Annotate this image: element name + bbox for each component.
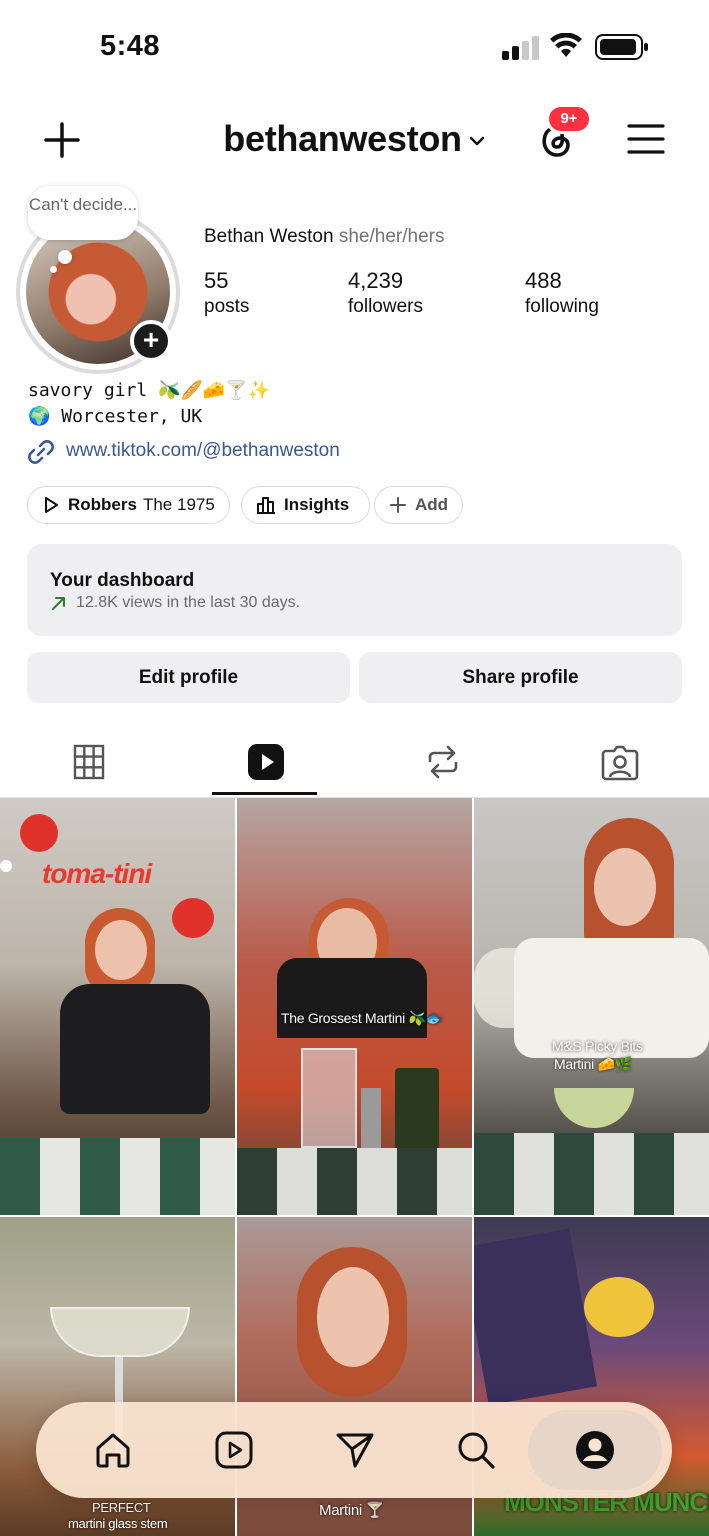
tab-grid[interactable] xyxy=(0,726,177,798)
pronouns-text: she/her/hers xyxy=(338,226,445,247)
dashboard-subtitle: 12.8K views in the last 30 days. xyxy=(50,594,300,612)
battery-icon xyxy=(595,34,648,60)
stat-posts-value: 55 xyxy=(204,268,229,293)
person-face xyxy=(317,1267,389,1367)
tomato-sticker-icon xyxy=(20,814,58,852)
profile-tabs xyxy=(0,726,709,798)
post-caption: The Grossest Martini 🫒🐟 xyxy=(281,1010,443,1026)
checkered-board xyxy=(237,1148,472,1215)
note-bubble-tail xyxy=(58,250,72,264)
active-tab-indicator xyxy=(212,792,317,795)
add-chip[interactable]: Add xyxy=(374,486,464,524)
bar-chart-icon xyxy=(257,497,275,514)
grid-post[interactable]: The Grossest Martini 🫒🐟 xyxy=(237,798,472,1215)
bio-line-2: 🌍 Worcester, UK xyxy=(28,406,203,427)
reels-icon xyxy=(247,744,284,780)
cellular-signal-icon xyxy=(502,36,539,60)
wifi-icon xyxy=(550,33,582,57)
dashboard-views-text: 12.8K views in the last 30 days. xyxy=(76,594,301,611)
nav-home[interactable] xyxy=(89,1426,137,1474)
repost-icon xyxy=(428,745,457,779)
music-title: Robbers xyxy=(68,495,137,514)
profile-avatar-icon xyxy=(576,1431,614,1469)
martini-glass xyxy=(50,1307,190,1357)
nav-profile[interactable] xyxy=(571,1426,619,1474)
grid-post[interactable]: M&S Picky Bits Martini 🧀🌿 xyxy=(474,798,709,1215)
snack-bag xyxy=(474,1228,598,1406)
bottom-tab-bar xyxy=(36,1402,672,1498)
stat-following-label: following xyxy=(525,296,599,317)
person-face xyxy=(594,848,656,926)
chevron-down-icon xyxy=(469,137,484,146)
hamburger-menu-icon[interactable] xyxy=(626,122,666,156)
insights-label: Insights xyxy=(284,495,350,514)
stat-posts[interactable]: 55 posts xyxy=(204,268,249,318)
tab-tagged[interactable] xyxy=(531,726,708,798)
nav-search[interactable] xyxy=(452,1426,500,1474)
note-bubble-tail-small xyxy=(50,266,57,273)
post-caption: martini glass stem xyxy=(68,1516,168,1531)
reels-outline-icon xyxy=(215,1431,253,1469)
lamp-light xyxy=(0,860,12,872)
stat-followers[interactable]: 4,239 followers xyxy=(348,268,423,318)
username-text: bethanweston xyxy=(223,118,462,159)
post-caption: Martini 🧀🌿 xyxy=(554,1056,632,1072)
search-icon xyxy=(458,1432,495,1469)
post-caption: toma-tini xyxy=(42,858,152,889)
stat-following[interactable]: 488 following xyxy=(525,268,599,318)
play-outline-icon xyxy=(45,497,58,513)
post-caption: PERFECT xyxy=(92,1500,151,1515)
edit-profile-button[interactable]: Edit profile xyxy=(27,652,350,703)
tomato-sticker-icon xyxy=(172,898,214,938)
home-icon xyxy=(96,1433,130,1468)
grid-icon xyxy=(73,744,104,780)
checkered-board xyxy=(0,1138,235,1215)
olive-jar xyxy=(395,1068,439,1158)
post-caption: Martini 🍸 xyxy=(319,1502,385,1519)
add-label: Add xyxy=(415,495,449,514)
bio-line-1: savory girl 🫒🥖🧀🍸✨ xyxy=(28,380,271,401)
add-story-plus-icon[interactable]: + xyxy=(130,320,172,362)
plus-icon xyxy=(390,497,406,513)
post-caption: M&S Picky Bits xyxy=(552,1038,643,1054)
insights-chip[interactable]: Insights xyxy=(241,486,371,524)
person-face xyxy=(95,920,147,980)
stat-following-value: 488 xyxy=(525,268,562,293)
music-artist: The 1975 xyxy=(142,495,215,514)
nav-messages[interactable] xyxy=(331,1426,379,1474)
notification-badge: 9+ xyxy=(546,104,592,134)
profile-full-name: Bethan Weston she/her/hers xyxy=(204,226,444,248)
status-bar: 5:48 xyxy=(0,0,709,96)
jigger xyxy=(361,1088,381,1148)
username-switcher[interactable]: bethanweston xyxy=(0,118,709,160)
trending-up-arrow-icon xyxy=(52,597,65,610)
snack-puff xyxy=(584,1277,654,1337)
stat-followers-label: followers xyxy=(348,296,423,317)
checkered-board xyxy=(474,1133,709,1215)
dashboard-card[interactable]: Your dashboard 12.8K views in the last 3… xyxy=(27,544,682,636)
person-top xyxy=(60,984,210,1114)
bio-link-text[interactable]: www.tiktok.com/@bethanweston xyxy=(66,440,340,462)
tab-reposts[interactable] xyxy=(354,726,531,798)
mixing-jug xyxy=(301,1048,357,1148)
profile-note-bubble[interactable]: Can't decide... xyxy=(28,186,138,240)
link-icon xyxy=(28,440,54,464)
tagged-person-icon xyxy=(601,745,638,781)
share-profile-button[interactable]: Share profile xyxy=(359,652,682,703)
dashboard-title: Your dashboard xyxy=(50,570,195,591)
full-name-text: Bethan Weston xyxy=(204,226,334,247)
stat-posts-label: posts xyxy=(204,296,250,317)
status-time: 5:48 xyxy=(100,30,161,62)
stat-followers-value: 4,239 xyxy=(348,268,404,293)
paper-plane-icon xyxy=(336,1433,374,1468)
nav-reels[interactable] xyxy=(210,1426,258,1474)
tab-reels[interactable] xyxy=(177,726,354,798)
grid-post[interactable]: toma-tini xyxy=(0,798,235,1215)
music-chip[interactable]: Robbers The 1975 xyxy=(27,486,230,524)
martini-glass xyxy=(554,1088,634,1128)
profile-header: bethanweston xyxy=(0,100,709,180)
